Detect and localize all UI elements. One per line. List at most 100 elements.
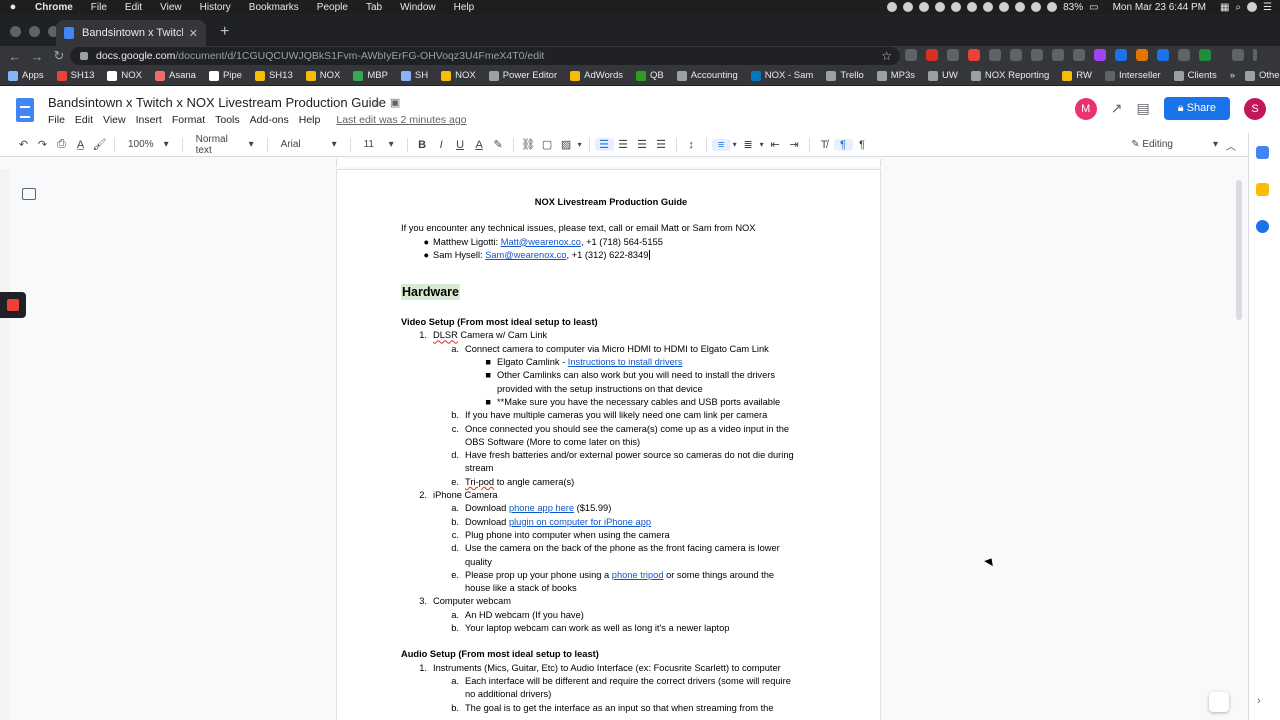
wifi-icon[interactable] — [1047, 2, 1058, 12]
menubar-people[interactable]: People — [308, 2, 357, 13]
plugin-link[interactable]: plugin on computer for iPhone app — [509, 517, 651, 527]
stop-recording-icon[interactable] — [7, 299, 19, 311]
italic-icon[interactable]: I — [432, 139, 451, 151]
docs-menu-insert[interactable]: Insert — [136, 114, 162, 126]
docs-menu-addons[interactable]: Add-ons — [250, 114, 289, 126]
menubar-file[interactable]: File — [82, 2, 116, 13]
menubar-bookmarks[interactable]: Bookmarks — [240, 2, 308, 13]
paint-format-icon[interactable]: 🖌︎ — [90, 138, 109, 151]
extension-icon[interactable] — [1031, 49, 1043, 61]
bookmark-star-icon[interactable]: ☆ — [881, 49, 892, 63]
document-page[interactable]: NOX Livestream Production Guide If you e… — [336, 169, 881, 720]
insert-link-icon[interactable]: ⛓︎ — [519, 138, 538, 151]
decrease-indent-icon[interactable]: ⇤ — [766, 138, 785, 151]
menubar-app-name[interactable]: Chrome — [26, 2, 82, 13]
line-spacing-icon[interactable]: ↕ — [682, 139, 701, 151]
other-bookmarks[interactable]: Other Bookmarks — [1245, 70, 1280, 81]
extension-icon[interactable] — [1199, 49, 1211, 61]
share-button[interactable]: 🔒︎ Share — [1163, 97, 1230, 120]
close-window-button[interactable] — [10, 26, 21, 37]
reload-icon[interactable]: ↻ — [48, 48, 70, 64]
bluetooth-icon[interactable] — [1031, 2, 1042, 12]
spotlight-icon[interactable]: ⌕ — [1235, 2, 1241, 13]
status-icon[interactable] — [935, 2, 946, 12]
expand-side-panel-icon[interactable]: › — [1257, 695, 1261, 707]
bookmarks-overflow-icon[interactable]: » — [1230, 70, 1235, 81]
bookmark-item[interactable]: Pipe — [208, 70, 242, 81]
redo-icon[interactable]: ↷ — [33, 138, 52, 151]
bookmark-item[interactable]: NOX - Sam — [750, 70, 813, 81]
docs-logo-icon[interactable] — [16, 98, 34, 122]
document-scrollbar[interactable] — [1236, 180, 1242, 320]
status-icon[interactable] — [983, 2, 994, 12]
docs-menu-edit[interactable]: Edit — [75, 114, 93, 126]
extension-icon[interactable] — [926, 49, 938, 61]
extension-icon[interactable] — [1157, 49, 1169, 61]
chevron-down-icon[interactable]: ▾ — [576, 140, 584, 149]
move-folder-icon[interactable]: ▣ — [390, 96, 400, 109]
bookmark-apps[interactable]: Apps — [8, 70, 44, 81]
vertical-ruler[interactable] — [0, 169, 10, 720]
close-tab-icon[interactable]: ✕ — [189, 27, 198, 40]
screen-recording-widget[interactable] — [0, 292, 26, 318]
align-left-icon[interactable]: ☰ — [594, 138, 614, 151]
status-icon[interactable] — [967, 2, 978, 12]
text-color-icon[interactable]: A — [470, 139, 489, 151]
extension-icon[interactable] — [1136, 49, 1148, 61]
bookmark-item[interactable]: SH13 — [254, 70, 293, 81]
status-icon[interactable] — [903, 2, 914, 12]
editing-mode-select[interactable]: ✎ Editing ▾ — [1131, 139, 1218, 150]
email-link[interactable]: Matt@wearenox.co — [501, 237, 581, 247]
menubar-history[interactable]: History — [191, 2, 240, 13]
underline-icon[interactable]: U — [451, 139, 470, 151]
last-edit-link[interactable]: Last edit was 2 minutes ago — [336, 114, 466, 126]
address-bar[interactable]: docs.google.com /document/d/1CGUQCUWJQBk… — [70, 47, 900, 65]
notification-center-icon[interactable]: ☰ — [1263, 2, 1272, 13]
align-center-icon[interactable]: ☰ — [614, 138, 633, 151]
bookmark-item[interactable]: UW — [928, 70, 958, 81]
align-right-icon[interactable]: ☰ — [633, 138, 652, 151]
bookmark-item[interactable]: NOX — [305, 70, 340, 81]
bookmark-item[interactable]: Clients — [1173, 70, 1217, 81]
increase-indent-icon[interactable]: ⇥ — [785, 138, 804, 151]
new-tab-icon[interactable]: + — [220, 23, 229, 41]
ltr-text-icon[interactable]: ¶ — [833, 138, 853, 151]
flag-icon[interactable]: ▦ — [1220, 2, 1229, 13]
align-justify-icon[interactable]: ☰ — [652, 138, 671, 151]
siri-icon[interactable] — [1247, 2, 1258, 12]
docs-menu-file[interactable]: File — [48, 114, 65, 126]
bookmark-item[interactable]: QB — [636, 70, 664, 81]
star-icon[interactable]: ☆ — [372, 96, 382, 109]
battery-icon[interactable]: ▭ — [1089, 2, 1098, 13]
drivers-link[interactable]: Instructions to install drivers — [568, 357, 683, 367]
status-icon[interactable] — [887, 2, 898, 12]
bookmark-item[interactable]: Asana — [155, 70, 196, 81]
docs-menu-help[interactable]: Help — [299, 114, 321, 126]
docs-menu-format[interactable]: Format — [172, 114, 205, 126]
extension-icon[interactable] — [905, 49, 917, 61]
calendar-icon[interactable] — [1256, 146, 1269, 159]
extension-icon[interactable] — [1073, 49, 1085, 61]
extension-icon[interactable] — [947, 49, 959, 61]
extension-icon[interactable] — [1115, 49, 1127, 61]
spellcheck-icon[interactable]: A̲ — [71, 139, 90, 151]
menubar-help[interactable]: Help — [445, 2, 484, 13]
collapse-toolbar-icon[interactable]: ︿ — [1226, 138, 1236, 153]
clock-icon[interactable] — [1015, 2, 1026, 12]
status-icon[interactable] — [919, 2, 930, 12]
tasks-icon[interactable] — [1256, 220, 1269, 233]
bookmark-item[interactable]: NOX — [107, 70, 142, 81]
zoom-select[interactable]: 100% ▾ — [120, 139, 177, 150]
extension-icon[interactable] — [989, 49, 1001, 61]
status-icon[interactable] — [999, 2, 1010, 12]
bookmark-item[interactable]: MBP — [353, 70, 388, 81]
ruler-page-area[interactable] — [336, 159, 881, 167]
chrome-menu-icon[interactable] — [1253, 49, 1257, 61]
chevron-down-icon[interactable]: ▾ — [758, 140, 766, 149]
rtl-text-icon[interactable]: ¶ — [853, 139, 872, 151]
forward-icon[interactable]: → — [26, 49, 48, 64]
insert-image-icon[interactable]: ▨ — [557, 138, 576, 151]
profile-icon[interactable] — [1232, 49, 1244, 61]
bookmark-item[interactable]: Accounting — [676, 70, 738, 81]
collaborator-avatar[interactable]: M — [1074, 97, 1097, 120]
